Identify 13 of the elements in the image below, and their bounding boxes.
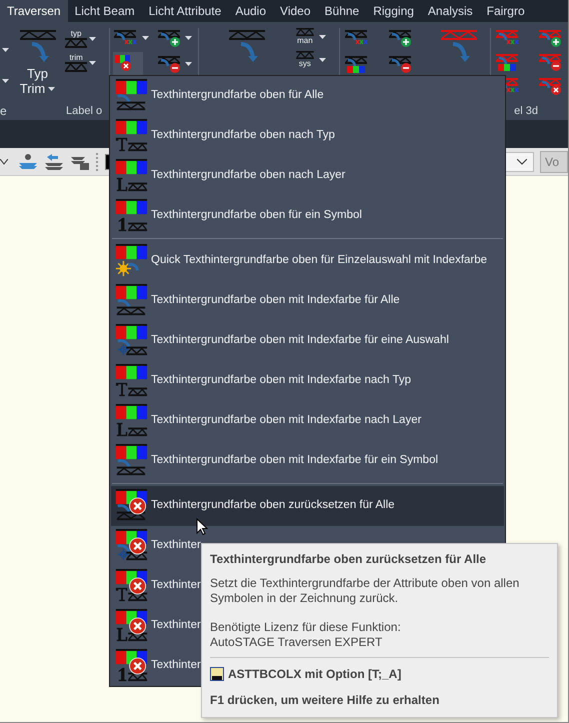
panel-label: el 3d — [514, 104, 538, 119]
icon-label: man — [297, 36, 313, 45]
tooltip-title: Texthintergrundfarbe oben zurücksetzen für Alle — [210, 551, 488, 568]
help-hint: F1 drücken, um weitere Hilfe zu erhalten — [210, 692, 440, 709]
license-label: Benötigte Lizenz für diese Funktion: — [210, 620, 402, 635]
license-value: AutoSTAGE Traversen EXPERT — [210, 635, 384, 650]
icon-label: typ — [70, 30, 82, 38]
icon-label: sys — [298, 59, 311, 68]
panel-label: e — [0, 103, 8, 120]
panel-label: Label o — [66, 104, 102, 119]
icon-label: trim — [69, 54, 83, 62]
tooltip-description: Setzt die Texthintergrundfarbe der Attribute oben von allen Symbolen in der Zeichnung zurück. — [210, 576, 520, 606]
command-text: ASTTBCOLX mit Option [T;_A] — [228, 666, 402, 683]
